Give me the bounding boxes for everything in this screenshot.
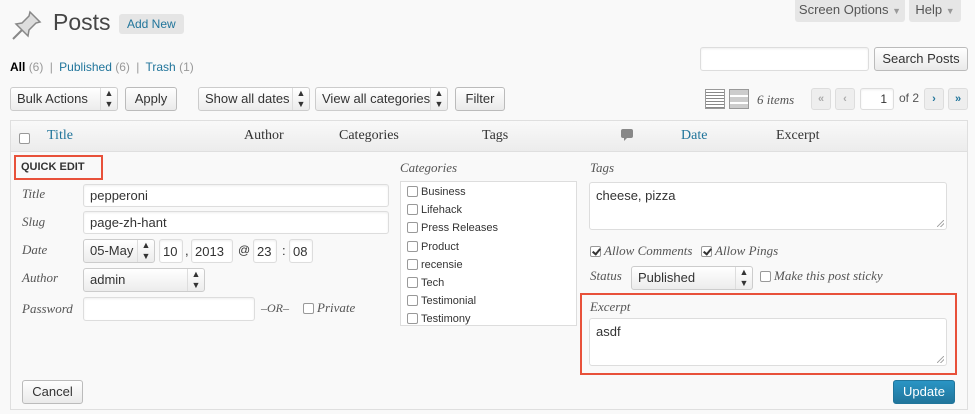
view-trash[interactable]: Trash (1) bbox=[146, 60, 194, 74]
total-pages: of 2 bbox=[899, 91, 920, 105]
chevron-down-icon: ▼ bbox=[945, 6, 955, 16]
category-recensie[interactable]: recensie bbox=[407, 259, 463, 271]
column-excerpt: Excerpt bbox=[776, 128, 820, 143]
page-title: Posts bbox=[53, 9, 111, 35]
sticky-checkbox[interactable]: Make this post sticky bbox=[760, 268, 883, 284]
password-label: Password bbox=[22, 301, 73, 316]
tags-label: Tags bbox=[590, 160, 615, 175]
filter-button[interactable]: Filter bbox=[455, 87, 505, 111]
day-input[interactable] bbox=[159, 239, 183, 263]
month-select[interactable]: 05-May ▲ ▼ bbox=[83, 239, 155, 263]
category-testimonial[interactable]: Testimonial bbox=[407, 295, 476, 307]
next-page-button[interactable]: › bbox=[924, 88, 944, 110]
first-page-button[interactable]: « bbox=[811, 88, 831, 110]
bulk-actions-select[interactable]: Bulk Actions ▲ ▼ bbox=[10, 87, 118, 111]
view-all[interactable]: All (6) bbox=[10, 60, 43, 74]
date-comma: , bbox=[185, 243, 189, 258]
category-lifehack[interactable]: Lifehack bbox=[407, 204, 462, 216]
column-date[interactable]: Date bbox=[681, 128, 707, 144]
category-press-releases[interactable]: Press Releases bbox=[407, 222, 498, 234]
pushpin-icon bbox=[10, 8, 44, 42]
author-select[interactable]: admin ▲ ▼ bbox=[83, 268, 205, 292]
help-label: Help bbox=[915, 2, 943, 17]
column-title[interactable]: Title bbox=[47, 128, 73, 144]
view-published[interactable]: Published (6) bbox=[59, 60, 130, 74]
resize-handle-icon[interactable] bbox=[937, 356, 944, 363]
title-label: Title bbox=[22, 186, 46, 201]
chevron-down-icon: ▼ bbox=[892, 6, 902, 16]
search-posts-button[interactable]: Search Posts bbox=[874, 47, 968, 71]
screen-options-label: Screen Options bbox=[798, 2, 889, 17]
select-all-checkbox[interactable] bbox=[19, 130, 33, 145]
category-testimony[interactable]: Testimony bbox=[407, 313, 471, 325]
year-input[interactable] bbox=[191, 239, 233, 263]
category-tech[interactable]: Tech bbox=[407, 277, 444, 289]
password-input[interactable] bbox=[83, 297, 255, 321]
time-colon: : bbox=[282, 243, 286, 258]
items-count: 6 items bbox=[757, 92, 795, 107]
or-separator: –OR– bbox=[261, 301, 289, 315]
categories-checklist: Business Lifehack Press Releases Product… bbox=[400, 181, 577, 326]
select-arrows-icon: ▲ ▼ bbox=[137, 240, 154, 262]
excerpt-label: Excerpt bbox=[590, 299, 631, 314]
status-label: Status bbox=[590, 268, 622, 283]
allow-comments-checkbox[interactable]: Allow Comments bbox=[590, 243, 692, 259]
allow-pings-checkbox[interactable]: Allow Pings bbox=[701, 243, 778, 259]
prev-page-button[interactable]: ‹ bbox=[835, 88, 855, 110]
status-select[interactable]: Published ▲ ▼ bbox=[631, 266, 753, 290]
select-arrows-icon: ▲ ▼ bbox=[292, 88, 309, 110]
tags-textarea[interactable]: cheese, pizza bbox=[589, 182, 947, 230]
column-categories: Categories bbox=[339, 128, 399, 143]
categories-select[interactable]: View all categories ▲ ▼ bbox=[315, 87, 448, 111]
add-new-button[interactable]: Add New bbox=[119, 14, 184, 34]
categories-label: Categories bbox=[400, 160, 458, 175]
quick-edit-heading: QUICK EDIT bbox=[21, 161, 85, 173]
update-button[interactable]: Update bbox=[893, 380, 955, 404]
select-arrows-icon: ▲ ▼ bbox=[100, 88, 117, 110]
search-input[interactable] bbox=[700, 47, 869, 71]
views-list: All (6) | Published (6) | Trash (1) bbox=[10, 60, 194, 74]
list-view-icon[interactable] bbox=[705, 89, 725, 109]
select-arrows-icon: ▲ ▼ bbox=[430, 88, 447, 110]
minute-input[interactable] bbox=[289, 239, 313, 263]
slug-input[interactable] bbox=[83, 211, 389, 234]
resize-handle-icon[interactable] bbox=[937, 220, 944, 227]
date-label: Date bbox=[22, 242, 48, 257]
category-product[interactable]: Product bbox=[407, 241, 459, 253]
hour-input[interactable] bbox=[253, 239, 277, 263]
dates-select[interactable]: Show all dates ▲ ▼ bbox=[198, 87, 310, 111]
column-tags: Tags bbox=[482, 128, 509, 143]
excerpt-view-icon[interactable] bbox=[729, 89, 749, 109]
select-arrows-icon: ▲ ▼ bbox=[735, 267, 752, 289]
private-checkbox[interactable]: Private bbox=[303, 300, 355, 316]
author-label: Author bbox=[22, 270, 59, 285]
help-button[interactable]: Help ▼ bbox=[909, 0, 961, 22]
apply-button[interactable]: Apply bbox=[125, 87, 177, 111]
title-input[interactable] bbox=[83, 184, 389, 207]
select-arrows-icon: ▲ ▼ bbox=[187, 269, 204, 291]
cancel-button[interactable]: Cancel bbox=[22, 380, 83, 404]
slug-label: Slug bbox=[22, 214, 46, 229]
category-business[interactable]: Business bbox=[407, 186, 466, 198]
last-page-button[interactable]: » bbox=[948, 88, 968, 110]
excerpt-textarea[interactable]: asdf bbox=[589, 318, 947, 366]
current-page-input[interactable] bbox=[860, 88, 894, 110]
screen-options-button[interactable]: Screen Options ▼ bbox=[795, 0, 905, 22]
date-at: @ bbox=[238, 243, 251, 257]
comment-bubble-icon[interactable] bbox=[621, 129, 633, 141]
column-author: Author bbox=[244, 128, 284, 143]
